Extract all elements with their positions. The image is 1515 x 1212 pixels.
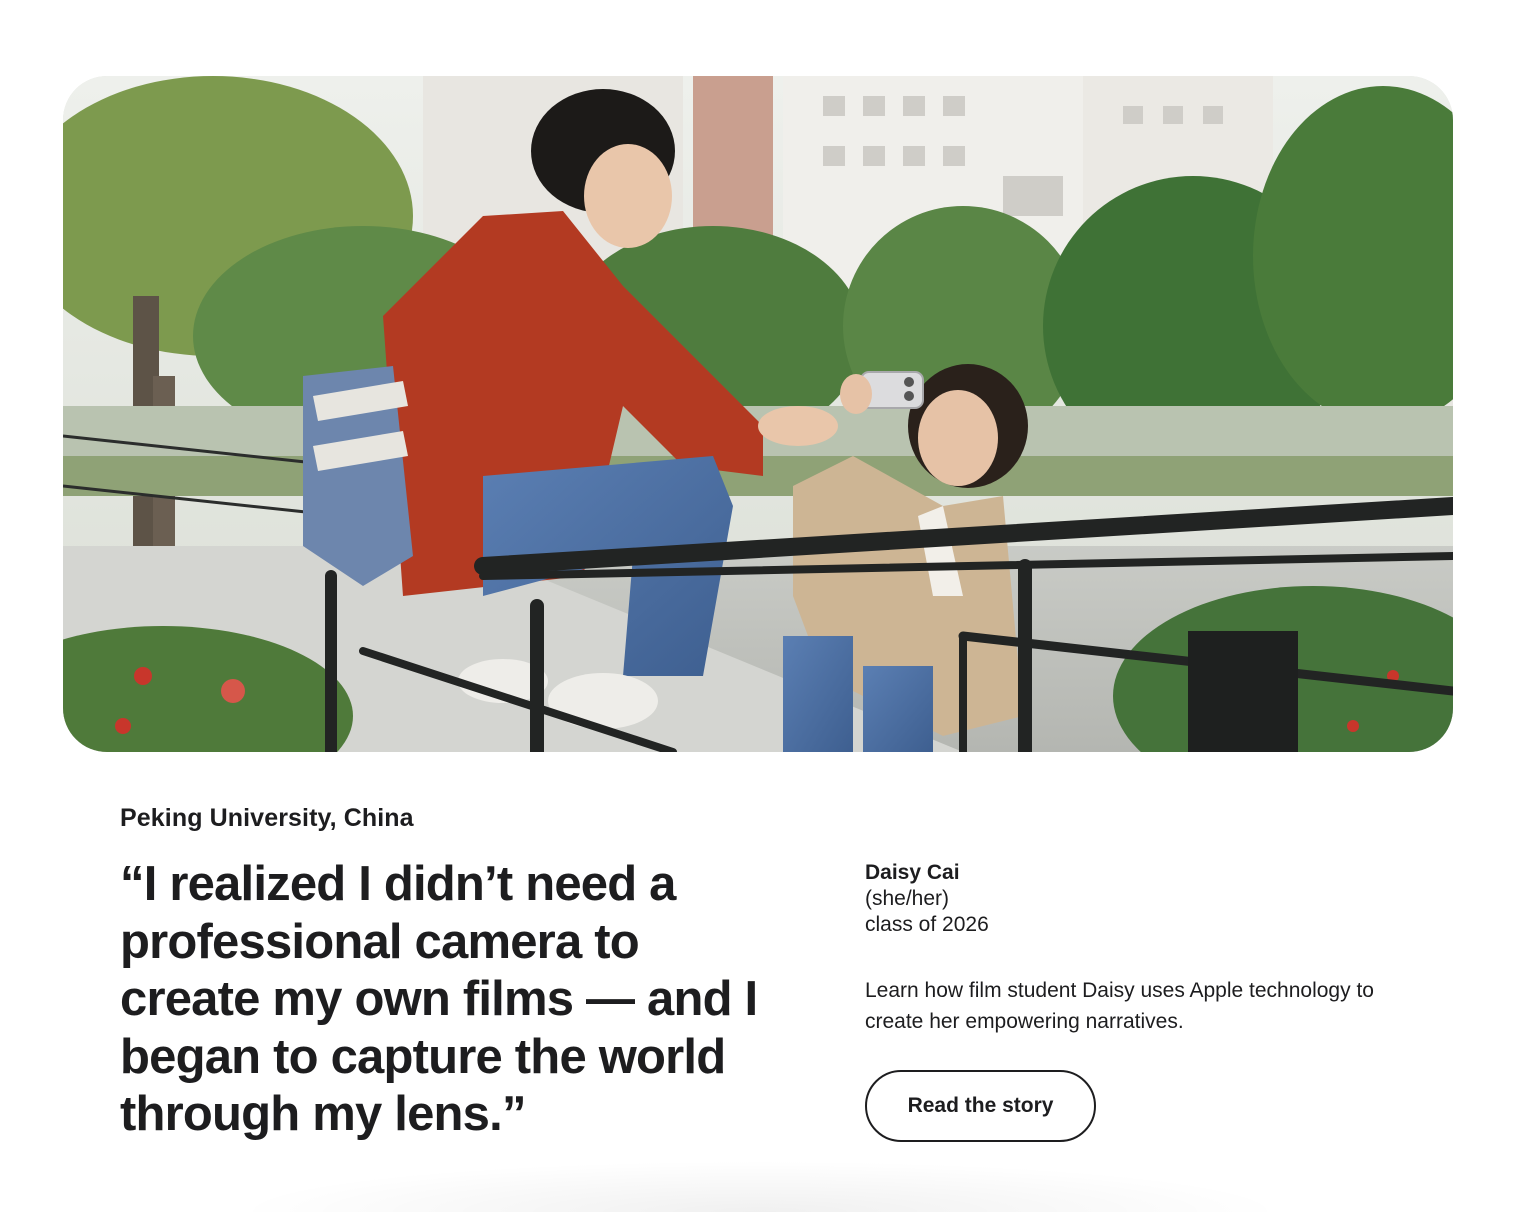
student-name: Daisy Cai <box>865 861 960 884</box>
story-card-page: Peking University, China “I realized I d… <box>0 0 1515 1212</box>
location-label: Peking University, China <box>120 804 414 832</box>
story-photo <box>63 76 1453 752</box>
student-pronouns: (she/her) <box>865 887 950 910</box>
bottom-shadow <box>230 1160 1290 1212</box>
read-the-story-button[interactable]: Read the story <box>865 1070 1096 1142</box>
photo-illustration <box>63 76 1453 752</box>
student-class: class of 2026 <box>865 913 989 936</box>
student-info: Daisy Cai (she/her) class of 2026 <box>865 860 989 938</box>
testimonial-quote: “I realized I didn’t need a professional… <box>120 857 758 1141</box>
story-description: Learn how film student Daisy uses Apple … <box>865 979 1374 1033</box>
